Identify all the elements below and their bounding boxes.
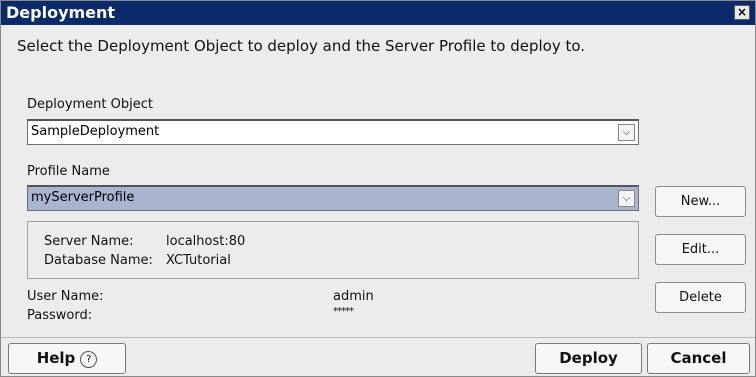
user-name-label: User Name: xyxy=(27,289,104,304)
deployment-object-dropdown[interactable]: SampleDeployment ⌵ xyxy=(27,119,639,145)
title-bar[interactable]: Deployment × xyxy=(1,1,755,25)
deployment-dialog: Deployment × Select the Deployment Objec… xyxy=(0,0,756,377)
deploy-button[interactable]: Deploy xyxy=(535,343,642,374)
profile-name-dropdown[interactable]: myServerProfile ⌵ xyxy=(27,185,639,211)
database-name-label: Database Name: xyxy=(44,253,153,268)
password-value: ***** xyxy=(333,306,354,317)
help-button[interactable]: Help? xyxy=(8,343,126,374)
help-button-label: Help xyxy=(36,349,76,367)
close-icon: × xyxy=(736,5,748,19)
server-name-value: localhost:80 xyxy=(166,234,246,249)
help-circle-icon: ? xyxy=(80,351,98,368)
window-title: Deployment xyxy=(6,3,116,22)
chevron-down-icon[interactable]: ⌵ xyxy=(618,190,635,207)
password-label: Password: xyxy=(27,308,93,323)
edit-profile-button[interactable]: Edit... xyxy=(655,234,746,265)
chevron-down-icon[interactable]: ⌵ xyxy=(618,124,635,141)
cancel-button[interactable]: Cancel xyxy=(647,343,750,374)
server-name-label: Server Name: xyxy=(44,234,134,249)
database-name-value: XCTutorial xyxy=(166,253,231,268)
server-info-panel: Server Name: localhost:80 Database Name:… xyxy=(27,221,639,279)
deployment-object-value: SampleDeployment xyxy=(31,124,160,139)
footer-divider xyxy=(1,337,755,338)
close-button[interactable]: × xyxy=(734,5,750,20)
instruction-text: Select the Deployment Object to deploy a… xyxy=(17,37,586,55)
deployment-object-label: Deployment Object xyxy=(27,97,153,112)
profile-name-value: myServerProfile xyxy=(31,190,135,205)
user-name-value: admin xyxy=(333,289,374,304)
delete-profile-button[interactable]: Delete xyxy=(655,282,746,313)
profile-name-label: Profile Name xyxy=(27,164,110,179)
new-profile-button[interactable]: New... xyxy=(655,186,746,217)
